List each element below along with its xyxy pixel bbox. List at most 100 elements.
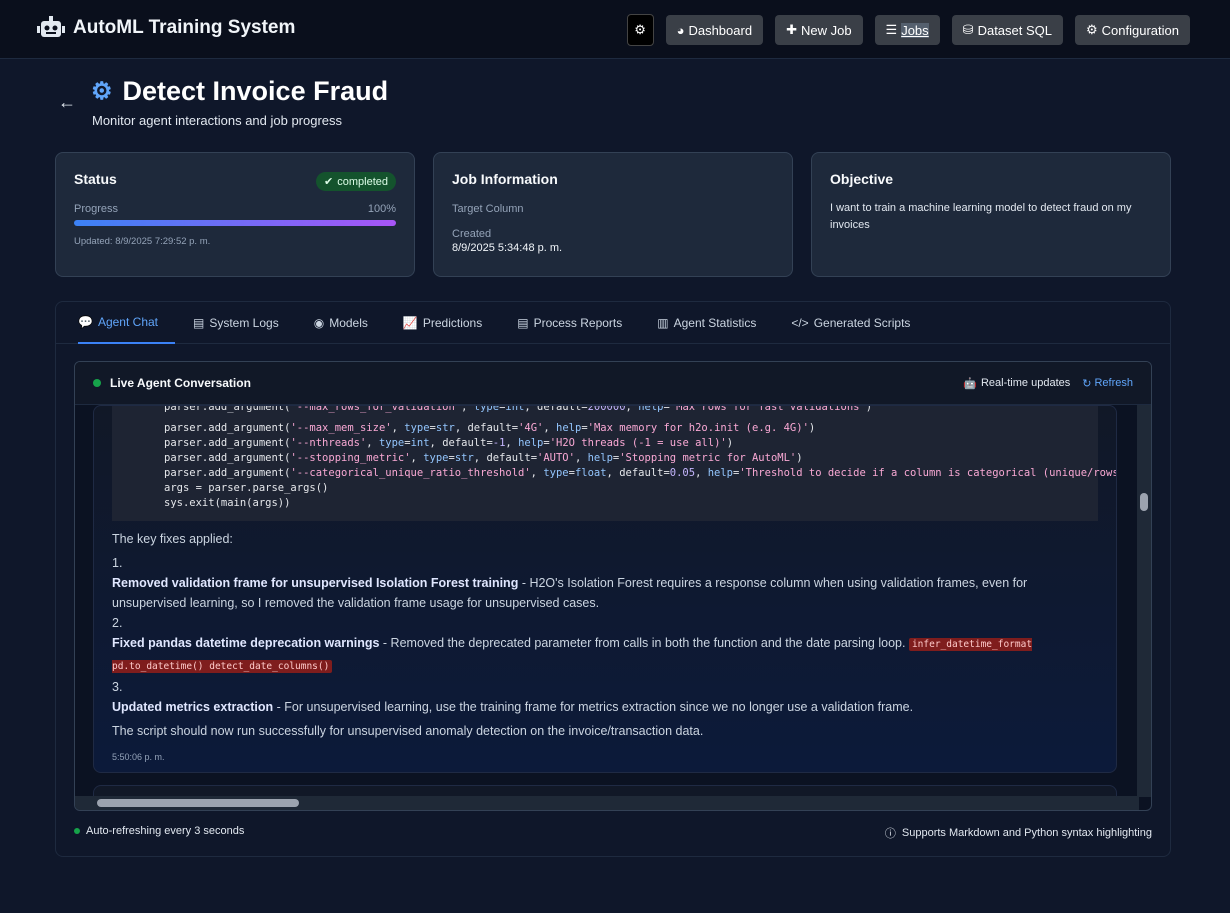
- nav-dataset-sql-button[interactable]: ⛁ Dataset SQL: [951, 15, 1064, 45]
- markdown-note-text: Supports Markdown and Python syntax high…: [901, 827, 1152, 839]
- fix3-text: - For unsupervised learning, use the tra…: [273, 700, 914, 714]
- status-card: Status ✔ completed Progress 100% Updated:…: [55, 152, 415, 277]
- database-icon: ⛁: [962, 22, 974, 37]
- tab-process-reports[interactable]: ▤ Process Reports: [517, 302, 639, 344]
- closing-text: The script should now run successfully f…: [112, 724, 704, 738]
- fix1-number: 1.: [112, 556, 123, 570]
- refresh-button[interactable]: ↻ Refresh: [1082, 377, 1133, 390]
- fix2-item: Fixed pandas datetime deprecation warnin…: [112, 633, 1098, 677]
- progress-fill: [74, 220, 396, 226]
- nav-jobs-label: Jobs: [901, 22, 929, 38]
- nav-dashboard-button[interactable]: ◕ Dashboard: [665, 15, 764, 45]
- progress-value: 100%: [367, 203, 396, 215]
- theme-settings-button[interactable]: ⚙: [626, 14, 654, 46]
- fix3-title: Updated metrics extraction: [112, 700, 274, 714]
- tab-models[interactable]: ◉ Models: [314, 302, 385, 344]
- document-icon: ▤: [517, 315, 529, 330]
- tab-agent-chat[interactable]: 💬 Agent Chat: [78, 302, 175, 344]
- nav-jobs-button[interactable]: ☰ Jobs: [874, 15, 940, 45]
- auto-refresh-text: Auto-refreshing every 3 seconds: [86, 825, 245, 837]
- fix1-item: Removed validation frame for unsupervise…: [112, 573, 1098, 613]
- tab-agent-statistics-label: Agent Statistics: [673, 315, 757, 330]
- brain-icon: ◉: [313, 315, 325, 330]
- intro-text: The key fixes applied:: [112, 532, 233, 546]
- page-title: Detect Invoice Fraud: [122, 76, 389, 106]
- dashboard-icon: ◕: [676, 22, 685, 38]
- file-icon: ▤: [193, 315, 205, 330]
- tab-system-logs-label: System Logs: [209, 315, 279, 330]
- target-column-label: Target Column: [452, 203, 524, 215]
- tab-agent-chat-label: Agent Chat: [97, 314, 158, 329]
- brand-name: AutoML Training System: [73, 17, 296, 38]
- fix2-number: 2.: [112, 616, 123, 630]
- robot-small-icon: 🤖: [963, 377, 977, 390]
- nav-configuration-button[interactable]: ⚙ Configuration: [1075, 15, 1190, 45]
- fix2-text: - Removed the deprecated parameter from …: [379, 636, 906, 650]
- check-circle-icon: ✔: [324, 176, 334, 188]
- info-icon: ⓘ: [884, 828, 896, 840]
- markdown-note: ⓘ Supports Markdown and Python syntax hig…: [885, 825, 1152, 841]
- list-icon: ☰: [885, 22, 898, 37]
- page-title-wrap: ⚙ Detect Invoice Fraud: [91, 76, 388, 107]
- realtime-indicator: 🤖 Real-time updates: [963, 377, 1070, 390]
- code-icon: </>: [791, 315, 809, 330]
- tabs-panel: 💬 Agent Chat ▤ System Logs ◉ Models 📈 Predic…: [55, 301, 1171, 857]
- nav-dataset-sql-label: Dataset SQL: [977, 22, 1053, 38]
- status-badge-label: completed: [337, 175, 388, 188]
- job-info-title: Job Information: [452, 171, 558, 187]
- tab-agent-statistics[interactable]: ▥ Agent Statistics: [657, 302, 773, 344]
- live-chat-box: Live Agent Conversation 🤖 Real-time updat…: [74, 361, 1152, 811]
- message-time: 5:50:06 p. m.: [112, 752, 165, 762]
- page-subtitle: Monitor agent interactions and job progr…: [92, 113, 343, 128]
- sync-icon: ↻: [1082, 377, 1092, 390]
- tab-models-label: Models: [329, 315, 368, 330]
- agent-message: parser.add_argument('--max_rows_for_vali…: [93, 405, 1117, 773]
- vertical-scrollbar[interactable]: [1137, 405, 1151, 797]
- fix2-title: Fixed pandas datetime deprecation warnin…: [112, 636, 380, 650]
- code-block: parser.add_argument('--max_rows_for_vali…: [112, 406, 1116, 521]
- line-chart-icon: 📈: [402, 315, 418, 330]
- refresh-label: Refresh: [1094, 376, 1133, 389]
- nav-new-job-label: New Job: [800, 22, 852, 38]
- cogs-icon: ⚙: [91, 78, 113, 105]
- comments-icon: 💬: [78, 314, 93, 329]
- robot-icon: [37, 16, 65, 37]
- tab-generated-scripts[interactable]: </> Generated Scripts: [791, 302, 927, 344]
- tab-system-logs[interactable]: ▤ System Logs: [193, 302, 296, 344]
- status-badge: ✔ completed: [316, 172, 396, 191]
- objective-card: Objective I want to train a machine lear…: [811, 152, 1171, 277]
- nav-dashboard-label: Dashboard: [688, 22, 753, 38]
- tab-generated-scripts-label: Generated Scripts: [813, 315, 911, 330]
- progress-bar: [74, 220, 396, 226]
- gear-icon: ⚙: [634, 22, 646, 37]
- realtime-label: Real-time updates: [980, 376, 1071, 389]
- status-updated: Updated: 8/9/2025 7:29:52 p. m.: [74, 236, 211, 247]
- horizontal-scroll-thumb[interactable]: [97, 799, 299, 807]
- live-dot: [93, 379, 101, 387]
- chat-header: Live Agent Conversation 🤖 Real-time updat…: [75, 362, 1151, 405]
- nav-configuration-label: Configuration: [1101, 22, 1179, 38]
- fix1-title: Removed validation frame for unsupervise…: [112, 576, 519, 590]
- chat-title: Live Agent Conversation: [110, 376, 251, 390]
- cog-icon: ⚙: [1086, 22, 1098, 37]
- objective-text: I want to train a machine learning model…: [830, 202, 1132, 231]
- fix3-number: 3.: [112, 680, 123, 694]
- vertical-scroll-thumb[interactable]: [1140, 493, 1148, 511]
- brand[interactable]: AutoML Training System: [37, 16, 295, 40]
- job-info-card: Job Information Target Column Created 8/…: [433, 152, 793, 277]
- nav-new-job-button[interactable]: ✚ New Job: [775, 15, 863, 45]
- created-value: 8/9/2025 5:34:48 p. m.: [452, 242, 563, 254]
- tab-bar: 💬 Agent Chat ▤ System Logs ◉ Models 📈 Predic…: [56, 302, 1170, 344]
- tab-process-reports-label: Process Reports: [533, 315, 623, 330]
- message-body: The key fixes applied: 1. Removed valida…: [94, 529, 1116, 767]
- progress-label: Progress: [74, 203, 119, 215]
- created-label: Created: [452, 228, 492, 240]
- tab-predictions[interactable]: 📈 Predictions: [403, 302, 499, 344]
- status-dot: [74, 828, 80, 834]
- objective-title: Objective: [830, 171, 894, 187]
- horizontal-scrollbar[interactable]: [75, 796, 1139, 810]
- fix3-item: Updated metrics extraction - For unsuper…: [112, 697, 1098, 717]
- plus-icon: ✚: [786, 22, 797, 37]
- tab-predictions-label: Predictions: [422, 315, 483, 330]
- back-arrow-icon[interactable]: ←: [58, 92, 76, 113]
